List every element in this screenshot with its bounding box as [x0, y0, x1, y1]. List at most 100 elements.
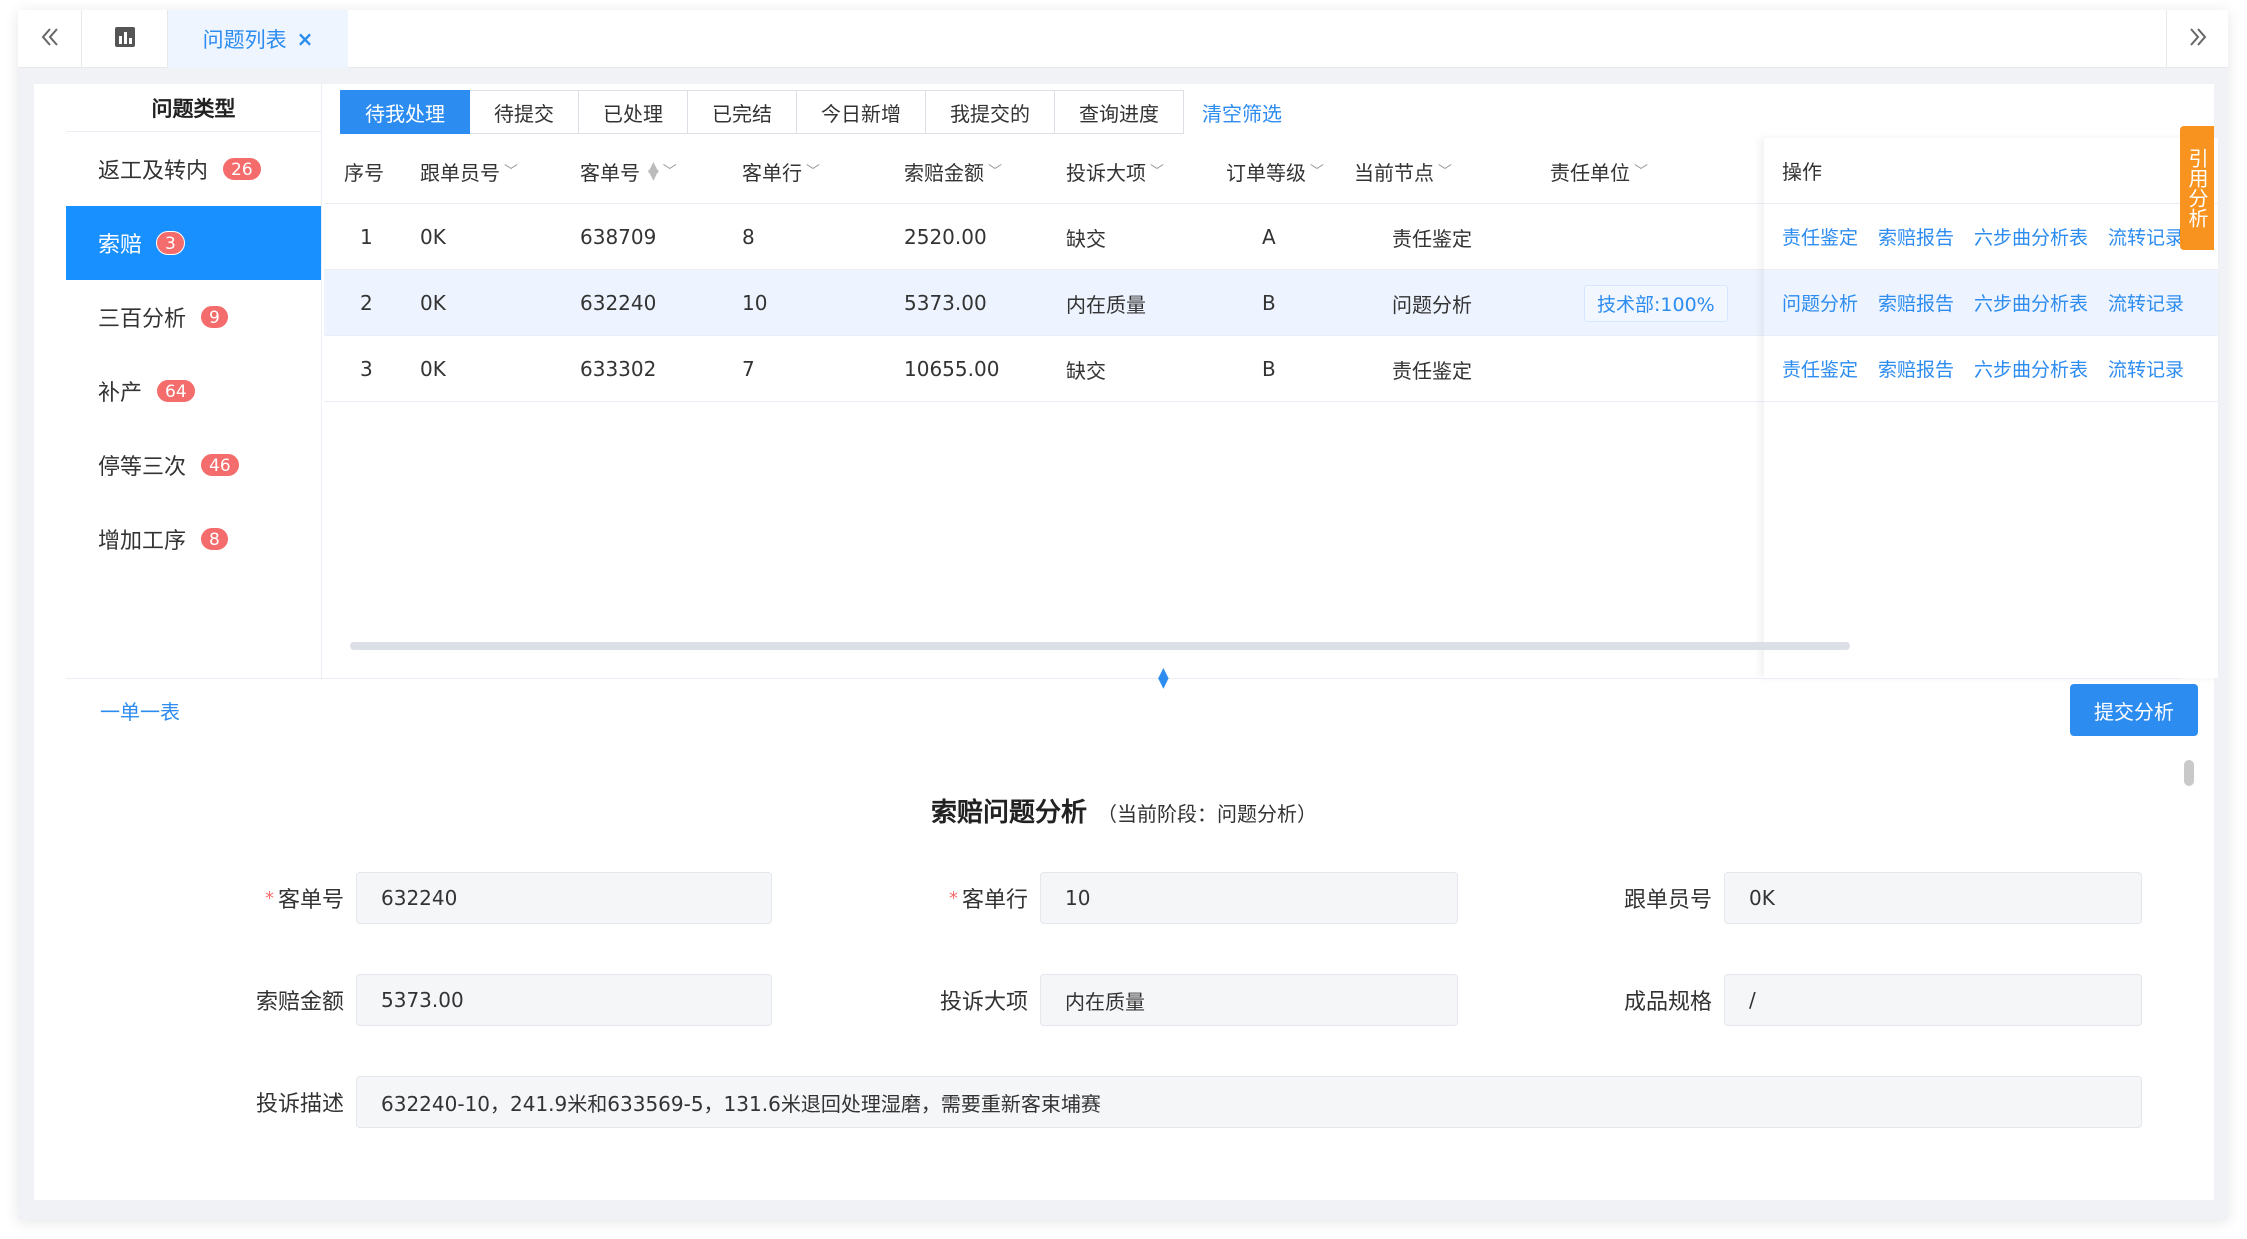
description-field-label: 投诉描述 [255, 1092, 344, 1117]
complaint-field-label: 投诉大项 [939, 990, 1028, 1015]
cell-level: B [1262, 357, 1276, 381]
resize-handle-icon[interactable]: ▲ ▼ [1158, 666, 1169, 690]
order-field-label: * 客单号 [164, 872, 344, 924]
tab-issue-list-label: 问题列表 [202, 28, 287, 52]
col-header-level[interactable]: 订单等级 ﹀ [1226, 138, 1324, 204]
chevron-down-icon: ﹀ [662, 164, 677, 180]
bar-chart-icon [114, 26, 136, 53]
clear-filters-link[interactable]: 清空筛选 [1184, 90, 1300, 134]
tab-query-progress[interactable]: 查询进度 [1055, 90, 1184, 134]
op-link[interactable]: 索赔报告 [1878, 289, 1954, 316]
issue-table: 序号 跟单员号 ﹀ 客单号 ▲ ▼ ﹀ 客单行 ﹀ 索赔金额 ﹀ 投诉大项 ﹀ 订单等级 ﹀ 当… [324, 138, 2218, 678]
count-badge: 64 [156, 379, 196, 403]
double-chevron-left-icon [39, 26, 61, 53]
cell-node: 责任鉴定 [1392, 226, 1472, 251]
spec-field-label: 成品规格 [1623, 990, 1712, 1015]
label-text: 客单号 [277, 888, 344, 913]
description-field[interactable]: 632240-10，241.9米和633569-5，131.6米退回处理湿磨，需… [356, 1076, 2142, 1128]
op-link[interactable]: 责任鉴定 [1782, 355, 1858, 382]
vertical-scrollbar[interactable] [2184, 760, 2194, 786]
col-header-label: 订单等级 [1226, 160, 1306, 185]
op-link[interactable]: 问题分析 [1782, 289, 1858, 316]
tab-my-submitted[interactable]: 我提交的 [926, 90, 1055, 134]
tab-pending-me[interactable]: 待我处理 [340, 90, 470, 134]
col-header-label: 序号 [344, 160, 384, 185]
cell-order: 638709 [580, 225, 657, 249]
follower-field[interactable]: 0K [1724, 872, 2142, 924]
operations-row: 责任鉴定 索赔报告 六步曲分析表 流转记录 [1764, 204, 2218, 270]
op-link[interactable]: 流转记录 [2108, 223, 2184, 250]
op-link[interactable]: 六步曲分析表 [1974, 289, 2088, 316]
tab-processed[interactable]: 已处理 [579, 90, 688, 134]
sidebar-item-analysis[interactable]: 三百分析 9 [66, 280, 321, 354]
spec-field[interactable]: / [1724, 974, 2142, 1026]
op-link[interactable]: 六步曲分析表 [1974, 223, 2088, 250]
sidebar-item-extra-process[interactable]: 增加工序 8 [66, 502, 321, 576]
operations-row: 问题分析 索赔报告 六步曲分析表 流转记录 [1764, 270, 2218, 336]
tab-to-submit[interactable]: 待提交 [470, 90, 579, 134]
op-link[interactable]: 索赔报告 [1878, 223, 1954, 250]
col-header-line[interactable]: 客单行 ﹀ [742, 138, 820, 204]
line-field[interactable]: 10 [1040, 872, 1458, 924]
double-chevron-right-icon [2187, 26, 2209, 53]
reference-analysis-tab[interactable]: 引用分析 [2180, 126, 2214, 250]
tab-completed[interactable]: 已完结 [688, 90, 797, 134]
chevron-down-icon: ﹀ [1438, 164, 1452, 180]
cell-follower: 0K [420, 357, 446, 381]
scroll-tabs-right-button[interactable] [2166, 10, 2228, 68]
chevron-down-icon: ﹀ [1310, 164, 1324, 180]
complaint-field[interactable]: 内在质量 [1040, 974, 1458, 1026]
count-badge: 3 [156, 231, 185, 255]
submit-analysis-button[interactable]: 提交分析 [2070, 684, 2198, 736]
cell-line: 10 [742, 291, 768, 315]
cell-complaint: 内在质量 [1066, 292, 1146, 317]
cell-level: B [1262, 291, 1276, 315]
sidebar-title: 问题类型 [66, 84, 321, 132]
amount-field[interactable]: 5373.00 [356, 974, 772, 1026]
sidebar-item-claim[interactable]: 索赔 3 [66, 206, 321, 280]
cell-follower: 0K [420, 291, 446, 315]
order-field[interactable]: 632240 [356, 872, 772, 924]
follower-field-label: 跟单员号 [1623, 888, 1712, 913]
col-header-follower[interactable]: 跟单员号 ﹀ [420, 138, 518, 204]
tab-issue-list[interactable]: 问题列表 × [168, 10, 348, 68]
sort-icon[interactable]: ▲ ▼ [648, 160, 659, 182]
operations-row: 责任鉴定 索赔报告 六步曲分析表 流转记录 [1764, 336, 2218, 402]
required-marker: * [264, 887, 274, 909]
sidebar-item-supplement[interactable]: 补产 64 [66, 354, 321, 428]
op-link[interactable]: 流转记录 [2108, 289, 2184, 316]
chevron-down-icon: ﹀ [988, 164, 1002, 180]
op-link[interactable]: 索赔报告 [1878, 355, 1954, 382]
col-header-label: 索赔金额 [904, 160, 984, 185]
col-header-label: 客单号 [580, 160, 640, 185]
count-badge: 9 [200, 305, 229, 329]
cell-unit: 技术部:100% [1584, 270, 1728, 336]
cell-order: 632240 [580, 291, 657, 315]
sidebar-item-label: 返工及转内 [98, 159, 209, 184]
col-header-unit[interactable]: 责任单位 ﹀ [1550, 138, 1648, 204]
op-link[interactable]: 责任鉴定 [1782, 223, 1858, 250]
close-icon[interactable]: × [297, 27, 314, 51]
cell-amount: 10655.00 [904, 357, 1000, 381]
count-badge: 26 [222, 157, 262, 181]
op-link[interactable]: 六步曲分析表 [1974, 355, 2088, 382]
cell-complaint: 缺交 [1066, 226, 1106, 251]
col-header-no: 序号 [344, 138, 384, 204]
sidebar-item-rework[interactable]: 返工及转内 26 [66, 132, 321, 206]
dashboard-tab[interactable] [82, 10, 168, 68]
col-header-complaint[interactable]: 投诉大项 ﹀ [1066, 138, 1164, 204]
op-link[interactable]: 流转记录 [2108, 355, 2184, 382]
form-title: 索赔问题分析 （当前阶段：问题分析） [34, 792, 2214, 829]
col-header-amount[interactable]: 索赔金额 ﹀ [904, 138, 1002, 204]
cell-amount: 5373.00 [904, 291, 987, 315]
one-order-one-form-link[interactable]: 一单一表 [100, 696, 180, 725]
sidebar-item-label: 三百分析 [98, 307, 187, 332]
col-header-order[interactable]: 客单号 ▲ ▼ ﹀ [580, 138, 677, 204]
tab-today-new[interactable]: 今日新增 [797, 90, 926, 134]
col-header-node[interactable]: 当前节点 ﹀ [1354, 138, 1452, 204]
horizontal-scrollbar[interactable] [350, 642, 1850, 650]
reference-analysis-label: 引用分析 [2185, 148, 2209, 228]
sidebar-item-stoppage[interactable]: 停等三次 46 [66, 428, 321, 502]
scroll-tabs-left-button[interactable] [18, 10, 82, 68]
line-field-label: * 客单行 [848, 872, 1028, 924]
